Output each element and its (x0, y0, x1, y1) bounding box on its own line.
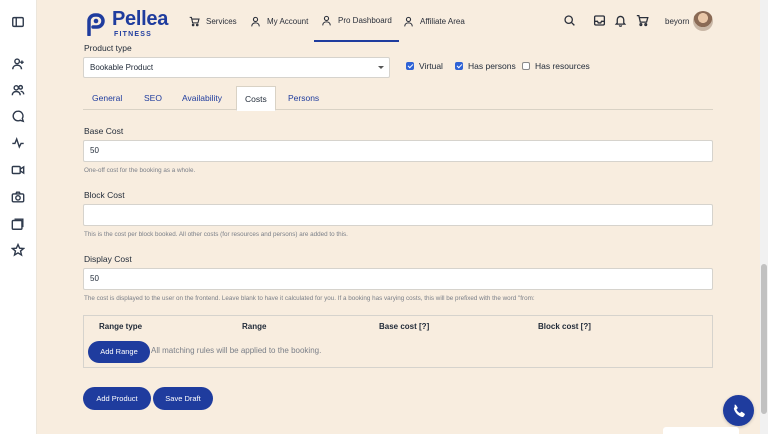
has-resources-label: Has resources (535, 61, 590, 71)
bell-icon[interactable] (614, 14, 627, 27)
display-cost-label: Display Cost (84, 254, 132, 264)
video-icon[interactable] (10, 162, 26, 178)
left-sidebar (0, 0, 37, 434)
range-note: All matching rules will be applied to th… (151, 346, 322, 355)
product-type-value: Bookable Product (90, 63, 154, 72)
checkbox-checked-icon (455, 62, 463, 70)
top-navigation: Pellea FITNESS Services My Account Pro D… (37, 0, 760, 42)
add-range-button[interactable]: Add Range (88, 341, 150, 363)
has-resources-checkbox[interactable]: Has resources (522, 61, 590, 71)
add-product-button[interactable]: Add Product (83, 387, 151, 410)
tab-seo[interactable]: SEO (144, 86, 162, 110)
tab-costs[interactable]: Costs (236, 86, 276, 111)
nav-pro-dashboard[interactable]: Pro Dashboard (314, 0, 399, 42)
nav-services-label: Services (206, 16, 237, 26)
search-icon[interactable] (563, 14, 576, 27)
range-type-header: Range type (99, 322, 143, 331)
base-cost-label: Base Cost (84, 126, 124, 136)
range-header: Range (242, 322, 267, 331)
block-cost-header: Block cost [?] (538, 322, 591, 331)
nav-my-account[interactable]: My Account (250, 0, 308, 42)
inbox-icon[interactable] (593, 14, 606, 27)
star-icon[interactable] (10, 242, 26, 258)
tab-general[interactable]: General (92, 86, 122, 110)
panel-toggle-icon[interactable] (10, 14, 26, 30)
phone-icon (733, 404, 745, 417)
tab-availability[interactable]: Availability (182, 86, 222, 110)
has-persons-checkbox[interactable]: Has persons (455, 61, 516, 71)
user-icon (322, 15, 331, 25)
base-cost-header: Base cost [?] (379, 322, 430, 331)
gallery-icon[interactable] (10, 216, 26, 232)
cart-icon[interactable] (636, 14, 649, 27)
save-draft-button[interactable]: Save Draft (153, 387, 213, 410)
nav-services[interactable]: Services (189, 0, 237, 42)
user-icon (404, 16, 413, 26)
logo-mark-icon (87, 12, 105, 36)
product-type-select[interactable]: Bookable Product (83, 57, 390, 78)
nav-my-account-label: My Account (267, 16, 309, 26)
tab-persons[interactable]: Persons (288, 86, 319, 110)
activity-icon[interactable] (10, 135, 26, 151)
block-cost-input[interactable] (83, 204, 713, 226)
display-cost-help: The cost is displayed to the user on the… (84, 295, 535, 302)
cost-ranges-table: Range type Range Base cost [?] Block cos… (83, 315, 713, 368)
users-icon[interactable] (10, 82, 26, 98)
checkbox-unchecked-icon (522, 62, 530, 70)
product-type-label: Product type (84, 43, 132, 53)
virtual-label: Virtual (419, 61, 443, 71)
user-plus-icon[interactable] (10, 56, 26, 72)
virtual-checkbox[interactable]: Virtual (406, 61, 443, 71)
brand-name: Pellea (112, 8, 169, 30)
has-persons-label: Has persons (468, 61, 516, 71)
block-cost-label: Block Cost (84, 190, 125, 200)
brand-subtitle: FITNESS (114, 31, 152, 38)
product-tabs: General SEO Availability Costs Persons (83, 86, 713, 111)
chevron-down-icon (378, 66, 384, 69)
brand-logo[interactable]: Pellea FITNESS (85, 9, 168, 38)
chat-widget-tab[interactable] (663, 427, 739, 434)
scrollbar-thumb[interactable] (761, 264, 767, 414)
cart-icon (189, 16, 200, 26)
avatar[interactable] (693, 11, 713, 31)
chat-icon[interactable] (10, 108, 26, 124)
block-cost-help: This is the cost per block booked. All o… (84, 231, 348, 238)
checkbox-checked-icon (406, 62, 414, 70)
nav-pro-dashboard-label: Pro Dashboard (338, 15, 392, 25)
base-cost-input[interactable]: 50 (83, 140, 713, 162)
user-icon (251, 16, 260, 26)
phone-call-button[interactable] (723, 395, 754, 426)
nav-affiliate-area-label: Affiliate Area (420, 16, 465, 26)
camera-icon[interactable] (10, 189, 26, 205)
username[interactable]: beyorn (665, 17, 689, 26)
display-cost-input[interactable]: 50 (83, 268, 713, 290)
base-cost-help: One-off cost for the booking as a whole. (84, 167, 196, 174)
nav-affiliate-area[interactable]: Affiliate Area (403, 0, 465, 42)
